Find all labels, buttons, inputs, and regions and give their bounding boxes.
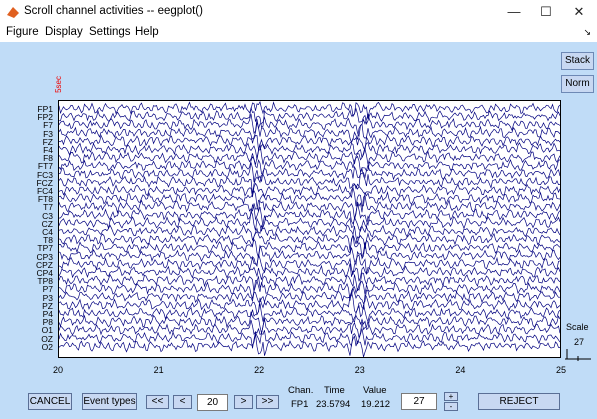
maximize-button[interactable]: ☐: [532, 2, 560, 22]
channel-trace: [58, 242, 561, 266]
menu-help[interactable]: Help: [135, 26, 159, 38]
channel-trace: [58, 182, 561, 199]
x-tick-label: 23: [354, 365, 365, 375]
menu-bar: Figure Display Settings Help ↘: [0, 24, 597, 42]
event-types-button[interactable]: Event types: [82, 393, 137, 410]
channel-trace: [58, 134, 561, 152]
menu-settings[interactable]: Settings: [89, 26, 131, 38]
chan-header: Chan.: [288, 385, 314, 396]
scale-value: 27: [574, 337, 585, 347]
channel-label: O2: [41, 341, 53, 352]
spacing-decrease-button[interactable]: -: [444, 402, 458, 411]
reject-button[interactable]: REJECT: [478, 393, 560, 410]
last-page-button[interactable]: >>: [256, 395, 279, 409]
first-page-button[interactable]: <<: [146, 395, 169, 409]
stack-button[interactable]: Stack: [561, 52, 594, 70]
eeg-plot-area[interactable]: [58, 100, 561, 358]
matlab-app-icon: [7, 7, 19, 18]
dock-arrow-icon[interactable]: ↘: [583, 27, 591, 38]
position-field[interactable]: 20: [197, 394, 228, 411]
x-tick-label: 22: [254, 365, 265, 375]
menu-display[interactable]: Display: [45, 26, 83, 38]
spacing-field[interactable]: 27: [401, 393, 437, 410]
value-header: Value: [363, 385, 387, 396]
next-page-button[interactable]: >: [234, 395, 253, 409]
x-tick-label: 20: [52, 365, 64, 375]
channel-trace: [58, 203, 561, 228]
channel-trace: [58, 303, 561, 323]
cancel-button[interactable]: CANCEL: [28, 393, 72, 410]
scale-label: Scale: [566, 322, 589, 332]
norm-button[interactable]: Norm: [561, 75, 594, 93]
time-header: Time: [324, 385, 345, 396]
title-bar: Scroll channel activities -- eegplot() —…: [0, 0, 597, 24]
channel-trace: [58, 311, 561, 334]
eeg-traces: [58, 100, 561, 358]
time-scale-note: 5sec: [54, 76, 63, 93]
x-tick-label: 21: [153, 365, 164, 375]
chan-value: FP1: [291, 399, 309, 410]
time-value: 23.5794: [316, 399, 351, 410]
channel-trace: [58, 138, 561, 160]
x-tick-label: 25: [555, 365, 567, 375]
scale-bar: [565, 349, 591, 361]
menu-figure[interactable]: Figure: [6, 26, 39, 38]
channel-trace: [58, 254, 561, 275]
minimize-button[interactable]: —: [500, 2, 528, 22]
window-title: Scroll channel activities -- eegplot(): [24, 5, 203, 17]
value-value: 19.212: [361, 399, 391, 410]
close-button[interactable]: ✕: [565, 2, 593, 22]
channel-trace: [58, 100, 561, 120]
channel-trace: [58, 333, 561, 358]
prev-page-button[interactable]: <: [173, 395, 192, 409]
spacing-increase-button[interactable]: +: [444, 392, 458, 401]
x-tick-label: 24: [455, 365, 466, 375]
